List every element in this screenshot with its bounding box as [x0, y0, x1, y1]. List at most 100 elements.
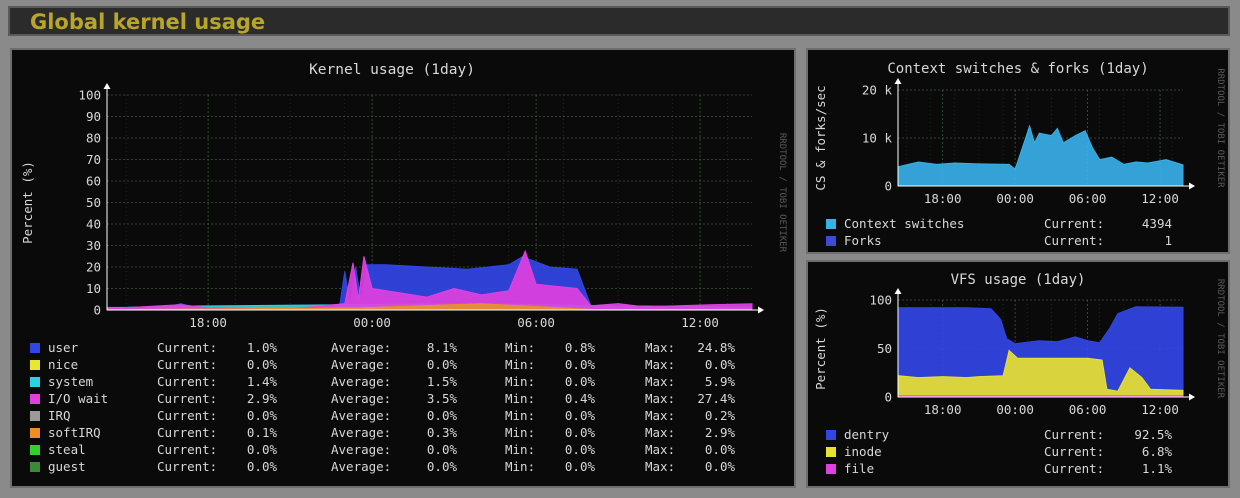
cs-legend-label: Forks [844, 233, 882, 248]
kernel-legend-swatch [30, 411, 40, 421]
kernel-legend-label: IRQ [48, 408, 71, 423]
kernel-legend-stat-value: 0.4% [565, 391, 596, 406]
kernel-legend-stat-label: Current: [157, 340, 217, 355]
kernel-y-tick-label: 10 [86, 281, 101, 296]
kernel-y-tick-label: 50 [86, 195, 101, 210]
kernel-legend-stat-label: Max: [645, 340, 675, 355]
kernel-legend-stat-value: 0.0% [247, 408, 278, 423]
page: Global kernel usage Kernel usage (1day) P… [0, 0, 1240, 498]
kernel-legend-stat-label: Max: [645, 425, 675, 440]
kernel-chart-title: Kernel usage (1day) [309, 62, 475, 78]
kernel-legend-stat-label: Min: [505, 391, 535, 406]
context-switches-panel: Context switches & forks (1day) CS & fork… [806, 48, 1230, 254]
kernel-legend-stat-value: 0.0% [427, 459, 458, 474]
kernel-legend-stat-value: 0.0% [427, 408, 458, 423]
kernel-legend-stat-label: Average: [331, 408, 391, 423]
vfs-y-axis-arrow [894, 288, 902, 294]
kernel-legend-stat-value: 0.1% [247, 425, 278, 440]
kernel-y-tick-label: 90 [86, 109, 101, 124]
cs-legend-swatch [826, 219, 836, 229]
kernel-legend-stat-label: Max: [645, 391, 675, 406]
cs-y-tick-label: 0 [884, 179, 892, 194]
kernel-legend-stat-label: Current: [157, 425, 217, 440]
vfs-legend-current-value: 92.5% [1134, 427, 1172, 442]
vfs-x-tick-label: 18:00 [924, 402, 962, 417]
cs-y-tick-label: 10 k [862, 131, 893, 146]
cs-x-tick-label: 06:00 [1069, 191, 1107, 206]
vfs-x-tick-label: 06:00 [1069, 402, 1107, 417]
cs-x-axis-arrow [1189, 182, 1195, 190]
kernel-legend-label: steal [48, 442, 86, 457]
vfs-x-axis-arrow [1189, 393, 1195, 401]
kernel-legend-label: user [48, 340, 79, 355]
kernel-x-tick-label: 06:00 [517, 315, 555, 330]
cs-watermark: RRDTOOL / TOBI OETIKER [1215, 68, 1225, 188]
vfs-legend-current-label: Current: [1044, 444, 1104, 459]
kernel-y-axis-label: Percent (%) [20, 161, 35, 244]
kernel-legend-swatch [30, 343, 40, 353]
vfs-y-axis-label: Percent (%) [813, 307, 828, 390]
kernel-legend-stat-value: 0.0% [565, 459, 596, 474]
kernel-legend-stat-value: 0.0% [565, 442, 596, 457]
kernel-legend-stat-label: Min: [505, 340, 535, 355]
context-switches-chart: Context switches & forks (1day) CS & fork… [813, 61, 1225, 248]
kernel-watermark: RRDTOOL / TOBI OETIKER [777, 133, 787, 253]
kernel-legend-stat-label: Average: [331, 374, 391, 389]
kernel-legend-stat-value: 24.8% [697, 340, 735, 355]
kernel-legend-swatch [30, 428, 40, 438]
kernel-x-axis-arrow [758, 306, 764, 314]
vfs-legend-label: dentry [844, 427, 890, 442]
cs-legend-current-label: Current: [1044, 216, 1104, 231]
vfs-legend-label: file [844, 461, 874, 476]
kernel-legend-stat-label: Average: [331, 459, 391, 474]
kernel-legend-stat-label: Average: [331, 357, 391, 372]
cs-y-axis-arrow [894, 78, 902, 84]
kernel-legend-stat-value: 0.0% [565, 408, 596, 423]
kernel-legend-stat-value: 0.3% [427, 425, 458, 440]
cs-legend-current-label: Current: [1044, 233, 1104, 248]
kernel-x-tick-label: 12:00 [681, 315, 719, 330]
kernel-legend-stat-label: Max: [645, 357, 675, 372]
kernel-legend-swatch [30, 394, 40, 404]
kernel-legend-stat-value: 2.9% [705, 425, 736, 440]
kernel-legend-stat-value: 5.9% [705, 374, 736, 389]
kernel-legend-stat-label: Current: [157, 459, 217, 474]
vfs-legend-swatch [826, 447, 836, 457]
vfs-legend-current-value: 6.8% [1142, 444, 1173, 459]
page-header: Global kernel usage [8, 6, 1230, 36]
kernel-legend-stat-value: 27.4% [697, 391, 735, 406]
vfs-x-tick-label: 00:00 [996, 402, 1034, 417]
kernel-y-tick-label: 70 [86, 152, 101, 167]
cs-series-context-switches-area [897, 124, 1184, 187]
page-title: Global kernel usage [30, 10, 266, 34]
kernel-usage-panel: Kernel usage (1day) Percent (%) RRDTOOL / … [10, 48, 796, 488]
kernel-legend-stat-value: 0.0% [247, 357, 278, 372]
vfs-y-tick-label: 50 [877, 341, 892, 356]
kernel-legend-stat-value: 2.9% [247, 391, 278, 406]
kernel-usage-chart: Kernel usage (1day) Percent (%) RRDTOOL / … [20, 62, 787, 474]
kernel-y-tick-label: 20 [86, 260, 101, 275]
vfs-watermark: RRDTOOL / TOBI OETIKER [1215, 279, 1225, 399]
kernel-legend-swatch [30, 462, 40, 472]
cs-legend-label: Context switches [844, 216, 964, 231]
kernel-legend-stat-label: Min: [505, 442, 535, 457]
vfs-legend-current-label: Current: [1044, 461, 1104, 476]
kernel-y-tick-label: 60 [86, 174, 101, 189]
kernel-legend-label: system [48, 374, 93, 389]
kernel-legend-swatch [30, 377, 40, 387]
vfs-legend-current-value: 1.1% [1142, 461, 1173, 476]
vfs-chart-title: VFS usage (1day) [951, 272, 1086, 288]
kernel-y-axis-arrow [103, 83, 111, 89]
kernel-legend-stat-value: 1.4% [247, 374, 278, 389]
kernel-legend-stat-label: Max: [645, 459, 675, 474]
kernel-legend-stat-value: 1.0% [247, 340, 278, 355]
kernel-legend-stat-value: 0.0% [247, 442, 278, 457]
kernel-legend-stat-value: 0.0% [565, 357, 596, 372]
kernel-legend-stat-value: 0.2% [705, 408, 736, 423]
vfs-legend-current-label: Current: [1044, 427, 1104, 442]
vfs-legend-swatch [826, 464, 836, 474]
kernel-legend-stat-label: Max: [645, 442, 675, 457]
kernel-legend-stat-value: 0.0% [705, 442, 736, 457]
vfs-y-tick-label: 0 [884, 390, 892, 405]
kernel-y-tick-label: 30 [86, 238, 101, 253]
